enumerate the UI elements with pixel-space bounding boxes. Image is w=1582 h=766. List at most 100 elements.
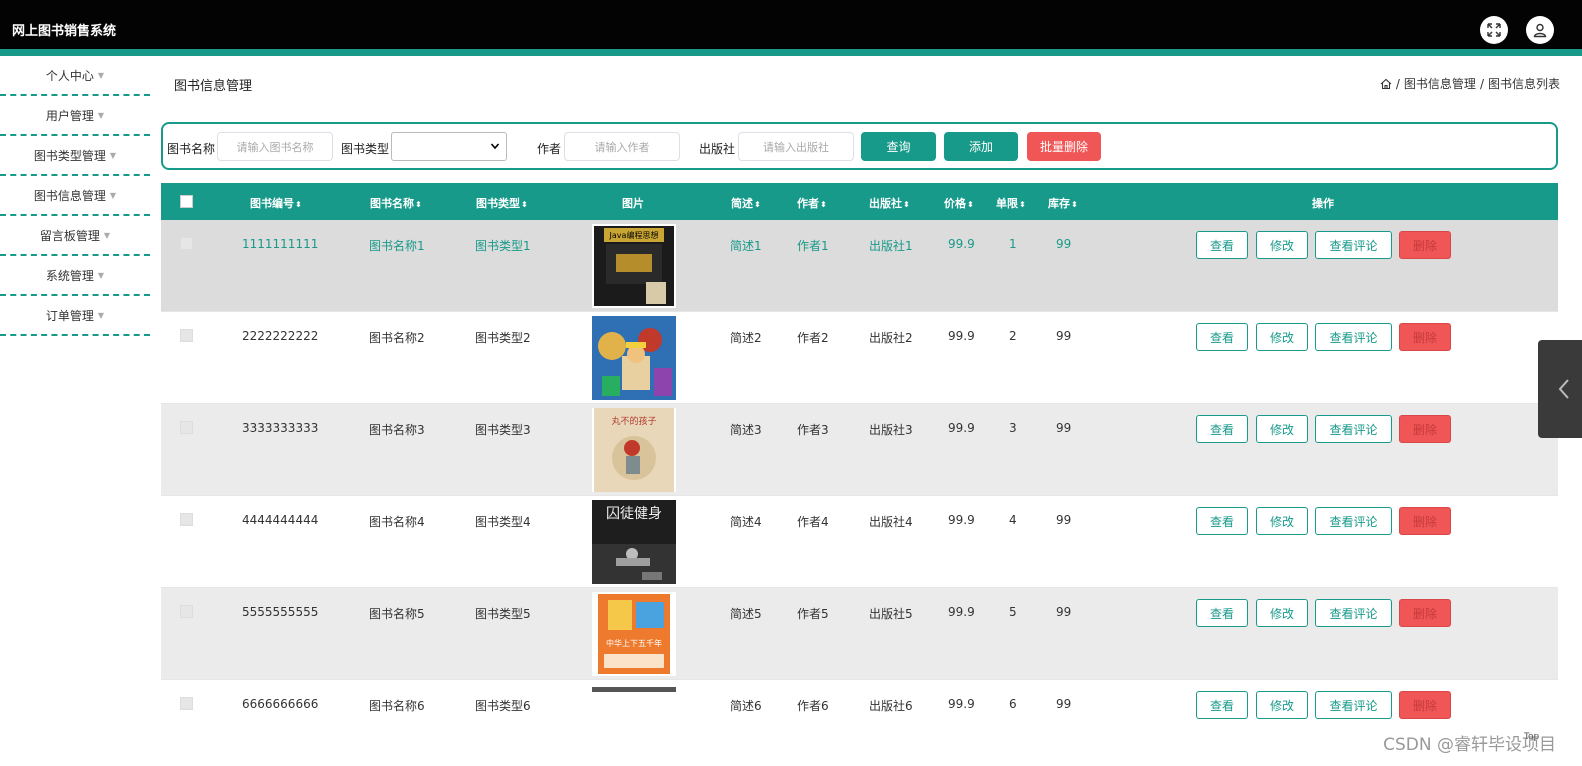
sidebar-item-message-board[interactable]: 留言板管理 ▼ <box>0 216 150 256</box>
breadcrumb-item[interactable]: 图书信息管理 <box>1404 75 1476 92</box>
edit-button[interactable]: 修改 <box>1256 691 1308 719</box>
row-checkbox[interactable] <box>180 697 193 710</box>
column-header-name[interactable]: 图书名称⬍ <box>370 195 422 211</box>
column-header-author[interactable]: 作者⬍ <box>797 195 827 211</box>
row-checkbox[interactable] <box>180 513 193 526</box>
cell-code: 2222222222 <box>242 329 319 343</box>
column-header-ops: 操作 <box>1312 197 1334 210</box>
publisher-input[interactable]: 请输入出版社 <box>738 132 854 161</box>
delete-button[interactable]: 删除 <box>1399 415 1451 443</box>
sidebar-item-book-types[interactable]: 图书类型管理 ▼ <box>0 136 150 176</box>
delete-button[interactable]: 删除 <box>1399 507 1451 535</box>
sort-icon[interactable]: ⬍ <box>820 200 827 209</box>
edit-button[interactable]: 修改 <box>1256 323 1308 351</box>
sidebar-item-users[interactable]: 用户管理 ▼ <box>0 96 150 136</box>
cell-type: 图书类型2 <box>475 331 531 345</box>
sort-icon[interactable]: ⬍ <box>903 200 910 209</box>
column-header-limit[interactable]: 单限⬍ <box>996 195 1026 211</box>
column-header-desc[interactable]: 简述⬍ <box>731 195 761 211</box>
column-header-publisher[interactable]: 出版社⬍ <box>869 195 910 211</box>
cell-name: 图书名称5 <box>369 607 425 621</box>
delete-button[interactable]: 删除 <box>1399 231 1451 259</box>
column-header-image: 图片 <box>622 197 644 210</box>
delete-button[interactable]: 删除 <box>1399 323 1451 351</box>
column-header-type[interactable]: 图书类型⬍ <box>476 195 528 211</box>
cell-desc: 简述2 <box>730 331 762 345</box>
sort-icon[interactable]: ⬍ <box>754 200 761 209</box>
query-button[interactable]: 查询 <box>861 132 936 161</box>
fullscreen-icon[interactable] <box>1480 16 1508 44</box>
back-to-top-button[interactable]: Top <box>1524 732 1539 742</box>
row-checkbox[interactable] <box>180 421 193 434</box>
add-button[interactable]: 添加 <box>944 132 1018 161</box>
delete-button[interactable]: 删除 <box>1399 599 1451 627</box>
sidebar-item-label: 用户管理 <box>45 108 94 123</box>
home-icon[interactable] <box>1380 78 1392 90</box>
sort-icon[interactable]: ⬍ <box>415 200 422 209</box>
view-button[interactable]: 查看 <box>1196 691 1248 719</box>
table-row[interactable]: 2222222222 图书名称2 图书类型2 简述2 作者2 出版社2 99.9… <box>161 312 1558 404</box>
sort-icon[interactable]: ⬍ <box>1071 200 1078 209</box>
cell-stock: 99 <box>1056 605 1072 619</box>
sort-icon[interactable]: ⬍ <box>967 200 974 209</box>
view-button[interactable]: 查看 <box>1196 415 1248 443</box>
column-header-price[interactable]: 价格⬍ <box>944 195 974 211</box>
view-comments-button[interactable]: 查看评论 <box>1315 415 1392 443</box>
cell-name: 图书名称1 <box>369 239 425 253</box>
column-header-stock[interactable]: 库存⬍ <box>1048 195 1078 211</box>
edit-button[interactable]: 修改 <box>1256 599 1308 627</box>
table-row[interactable]: 1111111111 图书名称1 图书类型1 Java编程思想 简述1 作者1 … <box>161 220 1558 312</box>
sidebar-item-orders[interactable]: 订单管理 ▼ <box>0 296 150 336</box>
row-checkbox[interactable] <box>180 237 193 250</box>
publisher-label: 出版社 <box>699 142 736 156</box>
side-drawer-handle[interactable] <box>1538 340 1582 438</box>
book-cover-image: 中华上下五千年 <box>592 592 676 676</box>
book-name-input[interactable]: 请输入图书名称 <box>217 132 333 161</box>
view-comments-button[interactable]: 查看评论 <box>1315 507 1392 535</box>
author-input[interactable]: 请输入作者 <box>564 132 680 161</box>
view-button[interactable]: 查看 <box>1196 599 1248 627</box>
cell-limit: 4 <box>1009 513 1017 527</box>
view-button[interactable]: 查看 <box>1196 231 1248 259</box>
column-header-code[interactable]: 图书编号⬍ <box>250 195 302 211</box>
cell-author: 作者5 <box>797 607 829 621</box>
delete-button[interactable]: 删除 <box>1399 691 1451 719</box>
view-comments-button[interactable]: 查看评论 <box>1315 691 1392 719</box>
book-type-select[interactable] <box>391 132 507 161</box>
view-button[interactable]: 查看 <box>1196 507 1248 535</box>
app-title: 网上图书销售系统 <box>12 24 117 39</box>
select-all-checkbox[interactable] <box>180 195 193 208</box>
view-comments-button[interactable]: 查看评论 <box>1315 231 1392 259</box>
edit-button[interactable]: 修改 <box>1256 231 1308 259</box>
batch-delete-button[interactable]: 批量删除 <box>1027 132 1101 161</box>
user-avatar-icon[interactable] <box>1526 16 1554 44</box>
book-cover-image <box>592 684 676 692</box>
sidebar-item-book-info[interactable]: 图书信息管理 ▼ <box>0 176 150 216</box>
row-checkbox[interactable] <box>180 605 193 618</box>
breadcrumb-current: 图书信息列表 <box>1487 77 1560 91</box>
cell-stock: 99 <box>1056 513 1072 527</box>
edit-button[interactable]: 修改 <box>1256 507 1308 535</box>
edit-button[interactable]: 修改 <box>1256 415 1308 443</box>
book-table: 图书编号⬍ 图书名称⬍ 图书类型⬍ 图片 简述⬍ 作者⬍ 出版社⬍ 价格⬍ 单限… <box>161 183 1558 760</box>
row-checkbox[interactable] <box>180 329 193 342</box>
table-row[interactable]: 4444444444 图书名称4 图书类型4 囚徒健身 简述4 作者4 出版社4… <box>161 496 1558 588</box>
cell-price: 99.9 <box>948 421 975 435</box>
sort-icon[interactable]: ⬍ <box>521 200 528 209</box>
sidebar-item-profile[interactable]: 个人中心 ▼ <box>0 56 150 96</box>
table-row[interactable]: 6666666666 图书名称6 图书类型6 简述6 作者6 出版社6 99.9… <box>161 680 1558 760</box>
book-cover-image: Java编程思想 <box>592 224 676 308</box>
cell-price: 99.9 <box>948 513 975 527</box>
book-cover-title: 丸不的孩子 <box>611 415 656 427</box>
cell-code: 6666666666 <box>242 697 319 711</box>
sort-icon[interactable]: ⬍ <box>1019 200 1026 209</box>
view-button[interactable]: 查看 <box>1196 323 1248 351</box>
view-comments-button[interactable]: 查看评论 <box>1315 599 1392 627</box>
sidebar-item-system[interactable]: 系统管理 ▼ <box>0 256 150 296</box>
view-comments-button[interactable]: 查看评论 <box>1315 323 1392 351</box>
sidebar-item-label: 个人中心 <box>45 68 94 83</box>
sort-icon[interactable]: ⬍ <box>295 200 302 209</box>
table-row[interactable]: 5555555555 图书名称5 图书类型5 中华上下五千年 简述5 作者5 出… <box>161 588 1558 680</box>
table-row[interactable]: 3333333333 图书名称3 图书类型3 丸不的孩子 简述3 作者3 出版社… <box>161 404 1558 496</box>
cell-price: 99.9 <box>948 697 975 711</box>
